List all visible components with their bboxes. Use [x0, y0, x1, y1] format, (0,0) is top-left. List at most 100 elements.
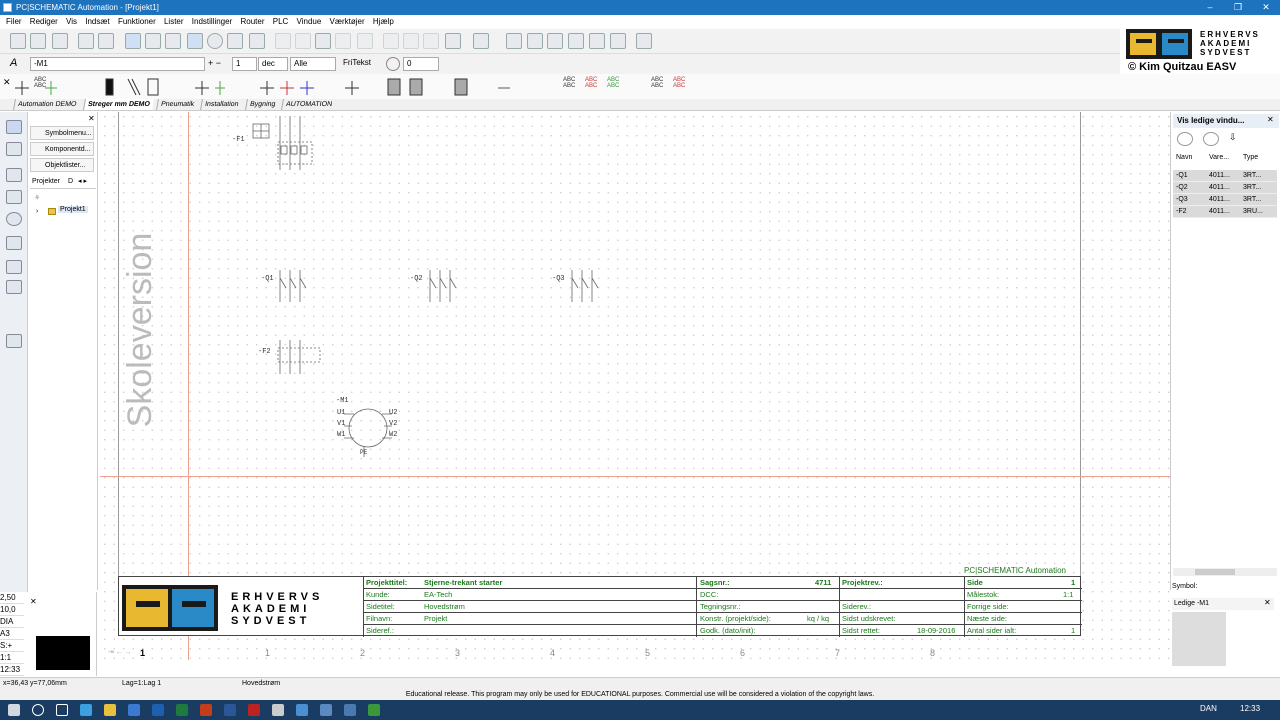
select-tool-icon[interactable]: [6, 120, 22, 134]
align2-icon[interactable]: [403, 33, 419, 49]
menu-indstillinger[interactable]: Indstillinger: [192, 15, 232, 29]
print-preview-icon[interactable]: [98, 33, 114, 49]
table-row[interactable]: -Q2 4011... 3RT...: [1173, 182, 1277, 194]
rotate-icon[interactable]: [386, 57, 400, 71]
table-row[interactable]: -Q3 4011... 3RT...: [1173, 194, 1277, 206]
overview-minimap[interactable]: [36, 636, 90, 670]
tab-pneumatik[interactable]: Pneumatik: [155, 99, 198, 110]
check-icon[interactable]: [6, 280, 22, 294]
menu-lister[interactable]: Lister: [164, 15, 184, 29]
rectangle-icon[interactable]: [187, 33, 203, 49]
tab-bygning[interactable]: Bygning: [244, 99, 279, 110]
app-icon-a[interactable]: [272, 704, 284, 716]
menu-vindue[interactable]: Vindue: [297, 15, 322, 29]
outlook-icon[interactable]: [152, 704, 164, 716]
menu-vis[interactable]: Vis: [66, 15, 77, 29]
app-icon-d[interactable]: [368, 704, 380, 716]
powerpoint-icon[interactable]: [200, 704, 212, 716]
minimize-button[interactable]: –: [1196, 0, 1224, 15]
app-icon-c[interactable]: [344, 704, 356, 716]
connect-tool-icon[interactable]: [6, 142, 22, 156]
menu-rediger[interactable]: Rediger: [30, 15, 58, 29]
edge-icon[interactable]: [80, 704, 92, 716]
book-icon[interactable]: [527, 33, 543, 49]
page-tab-1[interactable]: 1: [140, 648, 145, 658]
tab-scroll-arrows[interactable]: ◂ ▸: [78, 177, 87, 185]
explorer-close-icon[interactable]: ✕: [88, 114, 95, 123]
save-icon[interactable]: [52, 33, 68, 49]
menu-hjaelp[interactable]: Hjælp: [373, 15, 394, 29]
arc-icon[interactable]: [227, 33, 243, 49]
page-icon[interactable]: [506, 33, 522, 49]
tab-automation-demo[interactable]: Automation DEMO: [13, 99, 81, 110]
close-button[interactable]: ✕: [1252, 0, 1280, 15]
zoom-icon[interactable]: [6, 212, 22, 226]
page-nav-arrows[interactable]: ⇥ ← →: [108, 648, 132, 656]
list-tool-icon[interactable]: [6, 190, 22, 204]
start-icon[interactable]: [8, 704, 20, 716]
move-icon[interactable]: [357, 33, 373, 49]
symbol-palette[interactable]: [10, 76, 510, 98]
zoom-close-icon[interactable]: ✕: [30, 596, 54, 608]
angle-select[interactable]: 0: [403, 57, 439, 71]
symbol-abc-5[interactable]: ABC ABC: [651, 77, 663, 89]
acrobat-icon[interactable]: [248, 704, 260, 716]
screen-icon[interactable]: [6, 260, 22, 274]
clock[interactable]: 12:33: [1240, 704, 1260, 713]
text-a-icon[interactable]: A: [10, 57, 17, 69]
menu-funktioner[interactable]: Funktioner: [118, 15, 156, 29]
table-row[interactable]: -Q1 4011... 3RT...: [1173, 170, 1277, 182]
new-icon[interactable]: [10, 33, 26, 49]
hand-icon[interactable]: [6, 236, 22, 250]
language-indicator[interactable]: DAN: [1200, 704, 1217, 713]
pcschematic-icon[interactable]: [296, 704, 308, 716]
arrow-icon[interactable]: [165, 33, 181, 49]
symbol-close-icon[interactable]: ✕: [1264, 598, 1271, 607]
number-format-select[interactable]: dec: [258, 57, 288, 71]
cut-icon[interactable]: [275, 33, 291, 49]
circle-icon[interactable]: [207, 33, 223, 49]
magnet-icon[interactable]: [6, 334, 22, 348]
delete-icon[interactable]: [335, 33, 351, 49]
search-icon[interactable]: [32, 704, 44, 716]
symbol-abc-4[interactable]: ABC ABC: [607, 77, 619, 89]
menu-vaerktojer[interactable]: Værktøjer: [330, 15, 365, 29]
page-move-icon[interactable]: [610, 33, 626, 49]
symbol-tab[interactable]: Ledige -M1: [1172, 598, 1274, 610]
undo-icon[interactable]: [473, 33, 489, 49]
symbol-abc-2[interactable]: ABC ABC: [563, 77, 575, 89]
store-icon[interactable]: [128, 704, 140, 716]
task-view-icon[interactable]: [56, 704, 68, 716]
tab-streger-mm-demo[interactable]: Streger mm DEMO: [82, 99, 154, 110]
explorer-icon[interactable]: [104, 704, 116, 716]
page-add-icon[interactable]: [547, 33, 563, 49]
symbol-abc-6[interactable]: ABC ABC: [673, 77, 685, 89]
tree-expand-icon[interactable]: ›: [36, 208, 38, 215]
filter-select[interactable]: Alle: [290, 57, 336, 71]
horizontal-scrollbar[interactable]: [1173, 568, 1277, 576]
page-delete-icon[interactable]: [589, 33, 605, 49]
pencil-icon[interactable]: [249, 33, 265, 49]
menu-indsaet[interactable]: Indsæt: [85, 15, 109, 29]
copy-icon[interactable]: [295, 33, 311, 49]
paste-icon[interactable]: [315, 33, 331, 49]
maximize-button[interactable]: ❐: [1224, 0, 1252, 15]
component-name-field[interactable]: -M1: [30, 57, 205, 71]
symbol-abc-3[interactable]: ABC ABC: [585, 77, 597, 89]
panel-close-icon[interactable]: ✕: [1267, 115, 1274, 124]
refresh-icon[interactable]: [1177, 132, 1193, 146]
symbol-menu-button[interactable]: Symbolmenu...: [30, 126, 94, 140]
component-data-button[interactable]: Komponentd...: [30, 142, 94, 156]
sort-icon[interactable]: [445, 33, 461, 49]
tree-item-projekt1[interactable]: Projekt1: [58, 206, 88, 213]
app-icon-b[interactable]: [320, 704, 332, 716]
open-icon[interactable]: [30, 33, 46, 49]
print-icon[interactable]: [78, 33, 94, 49]
page-insert-icon[interactable]: [568, 33, 584, 49]
object-lists-button[interactable]: Objektlister...: [30, 158, 94, 172]
excel-icon[interactable]: [176, 704, 188, 716]
free-text-button[interactable]: FriTekst: [343, 58, 371, 67]
multi-line-icon[interactable]: [145, 33, 161, 49]
draw-line-icon[interactable]: [125, 33, 141, 49]
component-tool-icon[interactable]: [6, 168, 22, 182]
